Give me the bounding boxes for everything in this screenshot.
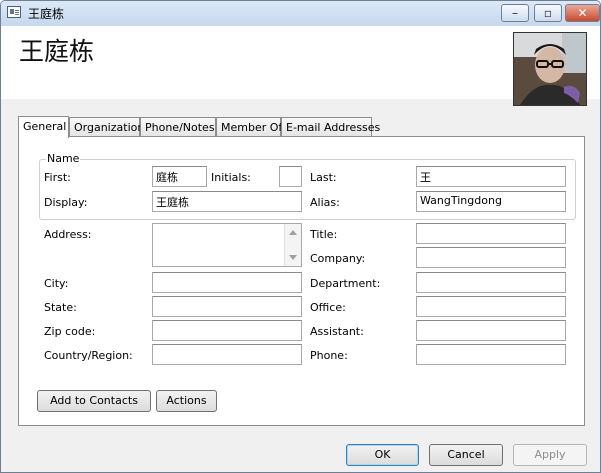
assistant-label: Assistant: bbox=[310, 325, 364, 338]
alias-label: Alias: bbox=[310, 196, 340, 209]
zip-code-label: Zip code: bbox=[44, 325, 96, 338]
city-label: City: bbox=[44, 277, 69, 290]
country-region-field[interactable] bbox=[152, 344, 302, 365]
country-region-label: Country/Region: bbox=[44, 349, 133, 362]
assistant-field[interactable] bbox=[416, 320, 566, 341]
department-field[interactable] bbox=[416, 272, 566, 293]
address-label: Address: bbox=[44, 228, 92, 241]
contact-card-icon bbox=[7, 6, 21, 18]
contact-photo bbox=[513, 32, 587, 106]
dialog-body: 王庭栋 General Organization Phone/Notes Mem… bbox=[1, 26, 600, 472]
general-tab-panel: Name First: 庭栋 Initials: Last: 王 Display… bbox=[18, 136, 585, 426]
office-label: Office: bbox=[310, 301, 346, 314]
address-textarea[interactable] bbox=[152, 223, 302, 267]
last-name-field[interactable]: 王 bbox=[416, 166, 566, 187]
first-name-label: First: bbox=[44, 171, 71, 184]
avatar-photo-icon bbox=[514, 33, 586, 105]
tab-organization[interactable]: Organization bbox=[69, 117, 144, 137]
scroll-down-arrow-icon[interactable] bbox=[289, 255, 297, 260]
phone-field[interactable] bbox=[416, 344, 566, 365]
contact-display-name: 王庭栋 bbox=[19, 37, 95, 66]
state-label: State: bbox=[44, 301, 77, 314]
title-label: Title: bbox=[310, 228, 338, 241]
actions-button[interactable]: Actions bbox=[156, 390, 217, 412]
tab-email-addresses[interactable]: E-mail Addresses bbox=[281, 117, 380, 137]
tab-general[interactable]: General bbox=[18, 116, 69, 138]
tab-phone-notes[interactable]: Phone/Notes bbox=[140, 117, 216, 137]
zip-code-field[interactable] bbox=[152, 320, 302, 341]
title-field[interactable] bbox=[416, 223, 566, 244]
cancel-button[interactable]: Cancel bbox=[429, 444, 503, 466]
ok-button[interactable]: OK bbox=[346, 444, 419, 466]
office-field[interactable] bbox=[416, 296, 566, 317]
name-group-label: Name bbox=[46, 152, 81, 165]
alias-field[interactable]: WangTingdong bbox=[416, 191, 566, 212]
last-name-label: Last: bbox=[310, 171, 337, 184]
initials-label: Initials: bbox=[211, 171, 251, 184]
window-title: 王庭栋 bbox=[28, 7, 65, 21]
close-button[interactable]: ✕ bbox=[565, 4, 600, 22]
maximize-button[interactable]: ▫ bbox=[534, 4, 562, 22]
address-scrollbar[interactable] bbox=[284, 224, 301, 266]
tab-member-of[interactable]: Member Of bbox=[216, 117, 282, 137]
initials-field[interactable] bbox=[279, 166, 302, 187]
department-label: Department: bbox=[310, 277, 381, 290]
first-name-field[interactable]: 庭栋 bbox=[152, 166, 207, 187]
title-bar[interactable]: 王庭栋 – ▫ ✕ bbox=[1, 1, 600, 25]
contact-properties-window: 王庭栋 – ▫ ✕ 王庭栋 General Organization Phone… bbox=[0, 0, 601, 473]
phone-label: Phone: bbox=[310, 349, 348, 362]
state-field[interactable] bbox=[152, 296, 302, 317]
city-field[interactable] bbox=[152, 272, 302, 293]
scroll-up-arrow-icon[interactable] bbox=[289, 230, 297, 235]
company-label: Company: bbox=[310, 252, 366, 265]
minimize-button[interactable]: – bbox=[501, 4, 529, 22]
add-to-contacts-button[interactable]: Add to Contacts bbox=[37, 390, 151, 412]
company-field[interactable] bbox=[416, 247, 566, 268]
display-name-field[interactable]: 王庭栋 bbox=[152, 191, 302, 212]
display-name-label: Display: bbox=[44, 196, 88, 209]
apply-button[interactable]: Apply bbox=[513, 444, 587, 466]
contact-header: 王庭栋 bbox=[1, 26, 600, 106]
